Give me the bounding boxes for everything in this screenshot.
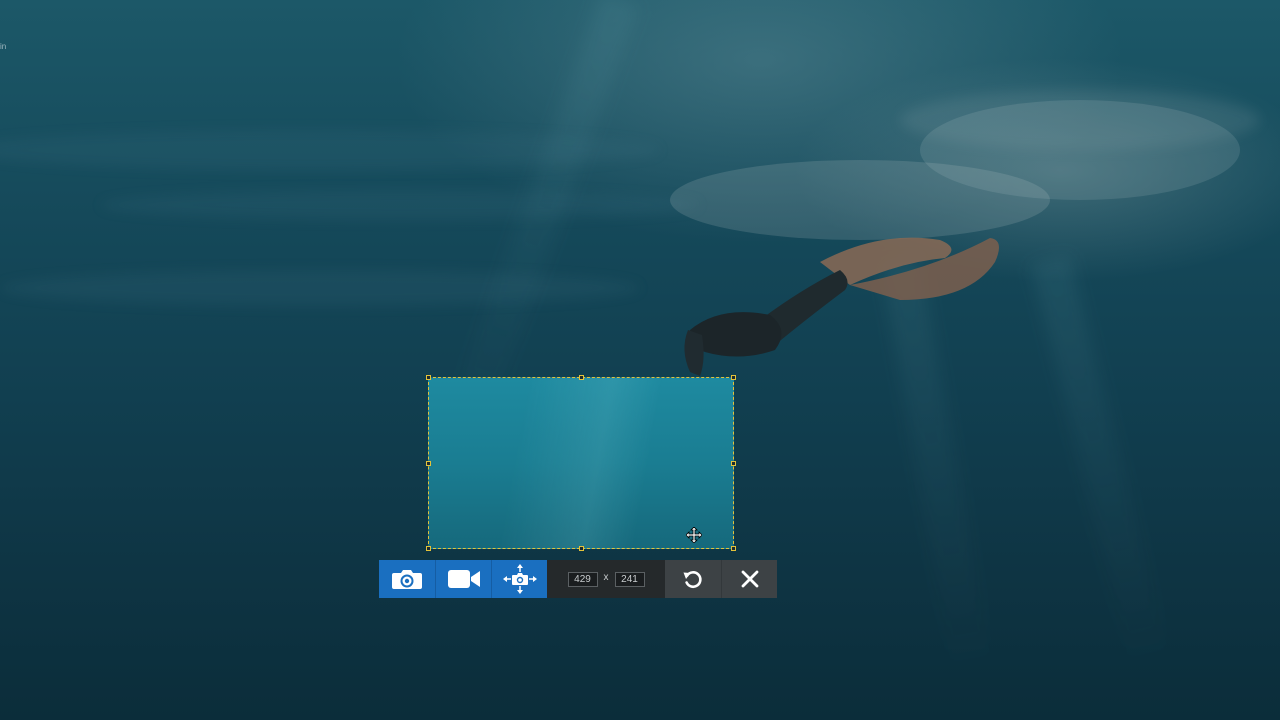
capture-region[interactable] (426, 375, 736, 551)
water-wave (0, 270, 640, 306)
scrolling-capture-button[interactable] (491, 560, 547, 598)
resize-handle-bottom-right[interactable] (731, 546, 736, 551)
video-camera-icon (447, 570, 480, 588)
resize-handle-top-right[interactable] (731, 375, 736, 380)
water-wave (100, 190, 700, 220)
width-input[interactable] (567, 571, 598, 587)
desktop-wallpaper: in 429 x 241 (0, 0, 1280, 720)
move-cursor-icon (686, 527, 702, 543)
camera-icon (392, 570, 422, 589)
resize-handle-bottom[interactable] (579, 546, 584, 551)
dimension-separator: x (603, 571, 609, 583)
dimension-box: x (547, 560, 665, 598)
light-ray (1030, 255, 1172, 673)
record-video-button[interactable] (435, 560, 491, 598)
resize-handle-right[interactable] (731, 461, 736, 466)
height-input[interactable] (614, 571, 645, 587)
desktop-corner-text: in (0, 42, 7, 51)
light-ray (880, 256, 993, 678)
water-wave (900, 90, 1260, 150)
resize-handle-left[interactable] (426, 461, 431, 466)
reset-button[interactable] (665, 560, 721, 598)
resize-handle-bottom-left[interactable] (426, 546, 431, 551)
close-button[interactable] (721, 560, 777, 598)
screenshot-button[interactable] (379, 560, 435, 598)
move-camera-icon (502, 564, 537, 594)
undo-icon (683, 571, 702, 589)
close-icon (741, 570, 758, 588)
resize-handle-top-left[interactable] (426, 375, 431, 380)
capture-toolbar: x (379, 560, 777, 598)
resize-handle-top[interactable] (579, 375, 584, 380)
